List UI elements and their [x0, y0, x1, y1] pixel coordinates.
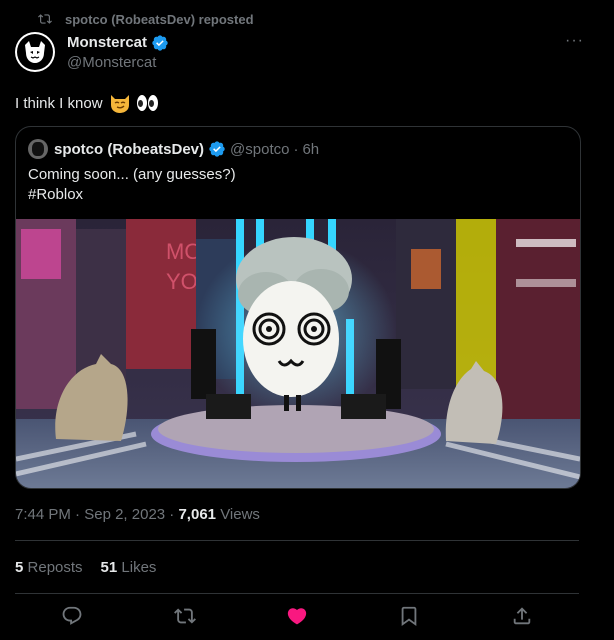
- tweet-text: I think I know: [15, 92, 158, 114]
- avatar[interactable]: [15, 32, 55, 72]
- like-icon: [287, 608, 307, 625]
- quoted-text-line1: Coming soon... (any guesses?): [28, 166, 236, 183]
- views-label: Views: [220, 506, 260, 523]
- tweet-timestamp: 7:44 PM · Sep 2, 2023 · 7,061 Views: [15, 506, 260, 523]
- likes-stat[interactable]: 51 Likes: [101, 559, 157, 576]
- repost-indicator[interactable]: spotco (RobeatsDev) reposted: [37, 10, 254, 28]
- meta-separator: ·: [293, 140, 299, 158]
- repost-label: spotco (RobeatsDev) reposted: [65, 11, 254, 27]
- repost-button[interactable]: [173, 604, 197, 628]
- author-handle[interactable]: @Monstercat: [67, 53, 169, 72]
- tweet-text-content: I think I know: [15, 94, 103, 112]
- likes-label: Likes: [121, 559, 157, 576]
- eyes-emoji-icon: [136, 95, 158, 111]
- divider: [15, 593, 579, 594]
- svg-text:YO: YO: [166, 269, 198, 294]
- bookmark-icon: [401, 606, 417, 627]
- more-options-icon[interactable]: ···: [565, 33, 584, 49]
- verified-badge-icon: [152, 34, 168, 51]
- tweet-time[interactable]: 7:44 PM: [15, 506, 71, 523]
- reply-icon: [62, 606, 82, 625]
- quoted-media-image[interactable]: MO YO: [16, 219, 580, 488]
- quoted-author-handle[interactable]: @spotco: [230, 141, 289, 158]
- meta-separator: ·: [169, 506, 175, 523]
- share-button[interactable]: [510, 604, 534, 628]
- bookmark-button[interactable]: [397, 604, 421, 628]
- author-name[interactable]: Monstercat: [67, 33, 147, 52]
- quoted-hashtag[interactable]: #Roblox: [28, 186, 83, 203]
- verified-badge-icon: [209, 141, 225, 157]
- meta-separator: ·: [75, 506, 81, 523]
- author-name-row[interactable]: Monstercat: [67, 33, 169, 52]
- repost-icon: [174, 608, 196, 624]
- share-icon: [513, 607, 531, 625]
- tweet-date[interactable]: Sep 2, 2023: [84, 506, 165, 523]
- quoted-tweet[interactable]: spotco (RobeatsDev) @spotco · 6h Coming …: [15, 126, 581, 489]
- action-bar: [40, 604, 580, 628]
- reposts-stat[interactable]: 5 Reposts: [15, 559, 83, 576]
- monstercat-logo-icon: [17, 34, 53, 70]
- views-count: 7,061: [178, 506, 217, 523]
- like-button[interactable]: [285, 604, 309, 628]
- quoted-author-avatar[interactable]: [28, 139, 48, 159]
- likes-count: 51: [100, 559, 118, 576]
- reply-button[interactable]: [60, 604, 84, 628]
- quoted-author-name[interactable]: spotco (RobeatsDev): [54, 141, 204, 158]
- quoted-tweet-text: Coming soon... (any guesses?) #Roblox: [28, 165, 236, 205]
- reposts-label: Reposts: [27, 559, 83, 576]
- quoted-time[interactable]: 6h: [302, 141, 319, 158]
- author-block: Monstercat @Monstercat: [67, 33, 169, 72]
- quoted-tweet-header: spotco (RobeatsDev) @spotco · 6h: [28, 139, 319, 159]
- repost-icon: [38, 14, 52, 24]
- smirking-cat-emoji-icon: [110, 95, 129, 113]
- reposts-count: 5: [15, 559, 24, 576]
- engagement-stats: 5 Reposts 51 Likes: [15, 559, 156, 576]
- divider: [15, 540, 579, 541]
